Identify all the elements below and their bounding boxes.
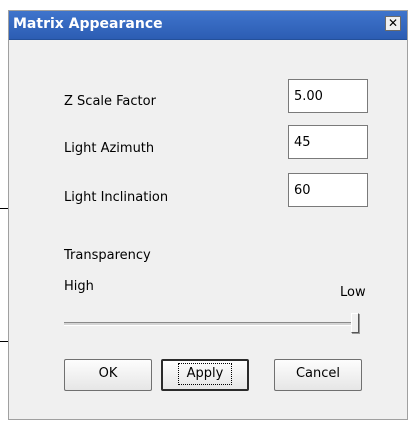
title-bar[interactable]: Matrix Appearance ✕ <box>9 11 407 40</box>
transparency-slider-thumb[interactable] <box>351 313 359 333</box>
light-inclination-label: Light Inclination <box>64 190 169 205</box>
close-icon: ✕ <box>387 16 399 30</box>
apply-button-label: Apply <box>177 363 233 385</box>
light-inclination-field[interactable] <box>288 173 368 207</box>
transparency-low-label: Low <box>340 285 366 300</box>
z-scale-factor-label: Z Scale Factor <box>64 94 156 109</box>
ok-button[interactable]: OK <box>64 359 152 391</box>
light-azimuth-field[interactable] <box>288 125 368 159</box>
transparency-slider-track[interactable] <box>64 322 359 326</box>
matrix-appearance-dialog: Matrix Appearance ✕ Z Scale Factor Light… <box>8 10 408 420</box>
transparency-high-label: High <box>64 279 94 294</box>
apply-button[interactable]: Apply <box>161 359 249 391</box>
close-button[interactable]: ✕ <box>385 16 401 31</box>
z-scale-factor-field[interactable] <box>288 79 368 113</box>
cancel-button-label: Cancel <box>295 366 341 381</box>
light-azimuth-label: Light Azimuth <box>64 141 155 156</box>
ok-button-label: OK <box>98 366 118 381</box>
transparency-label: Transparency <box>64 248 151 263</box>
cancel-button[interactable]: Cancel <box>274 359 362 391</box>
dialog-title: Matrix Appearance <box>13 16 163 32</box>
